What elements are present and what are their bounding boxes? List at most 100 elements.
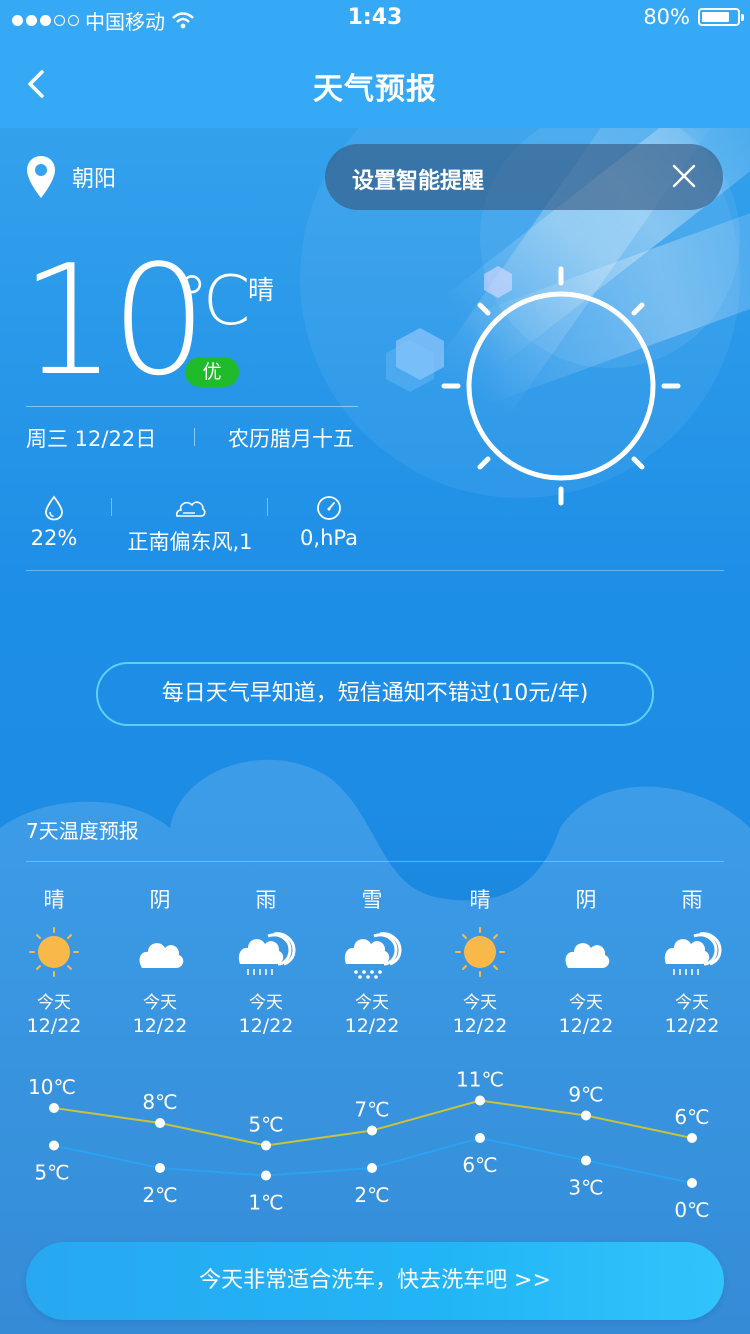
low-temp-label: 3℃: [568, 1176, 603, 1200]
high-temp-point: [475, 1095, 485, 1106]
low-temp-label: 5℃: [34, 1161, 69, 1185]
high-temp-point: [367, 1125, 377, 1136]
forecast-title: 7天温度预报: [26, 819, 139, 843]
current-condition: 晴: [248, 276, 275, 306]
forecast-day-label: 今天: [569, 993, 603, 1013]
forecast-condition: 雨: [681, 888, 703, 912]
forecast-date: 12/22: [664, 1015, 720, 1037]
high-temp-label: 11℃: [456, 1068, 504, 1092]
water-drop-icon: [45, 495, 63, 521]
snow-icon: [344, 932, 402, 979]
high-temp-point: [687, 1133, 697, 1143]
forecast-condition: 晴: [43, 888, 65, 912]
battery-percent: 80%: [643, 5, 690, 29]
divider: [267, 498, 268, 516]
divider: [26, 406, 358, 407]
forecast-date: 12/22: [452, 1015, 508, 1037]
low-temp-point: [261, 1170, 271, 1181]
clock: 1:43: [347, 5, 403, 30]
low-temp-label: 2℃: [142, 1183, 177, 1207]
battery-status: 80%: [643, 5, 744, 29]
sun-icon: [455, 927, 505, 977]
divider: [194, 428, 195, 446]
high-temp-point: [49, 1103, 59, 1113]
page-title: 天气预报: [313, 72, 437, 107]
sun-icon: [29, 927, 79, 977]
humidity-value: 22%: [30, 526, 78, 550]
pressure-value: 0,hPa: [300, 526, 358, 550]
forecast-icon-wrap: [221, 920, 311, 984]
wind-icon: [175, 501, 206, 517]
cloud-icon: [565, 943, 610, 968]
wind-value: 正南偏东风,1: [127, 530, 253, 554]
low-temp-point: [155, 1163, 165, 1173]
high-temp-label: 5℃: [248, 1113, 283, 1137]
forecast-day: 晴今天 12/22: [435, 884, 525, 1037]
location-selector[interactable]: 朝阳: [26, 155, 116, 199]
reminder-label: 设置智能提醒: [352, 169, 485, 194]
forecast-date: 12/22: [26, 1015, 82, 1037]
low-temp-point: [49, 1140, 59, 1151]
pressure-stat: 0,hPa: [290, 494, 368, 550]
forecast-day-label: 今天: [463, 993, 497, 1013]
high-temp-label: 6℃: [674, 1105, 709, 1129]
high-temp-point: [155, 1118, 165, 1128]
divider: [111, 498, 112, 516]
forecast-icon-wrap: [647, 920, 737, 984]
divider: [26, 861, 724, 862]
low-temp-point: [367, 1163, 377, 1173]
forecast-condition: 晴: [469, 888, 491, 912]
forecast-day: 阴今天 12/22: [541, 884, 631, 1037]
location-name: 朝阳: [72, 167, 117, 192]
high-temp-point: [261, 1140, 271, 1151]
low-temp-label: 6℃: [462, 1153, 497, 1177]
forecast-day: 雪今天 12/22: [327, 884, 417, 1037]
forecast-day: 雨今天 12/22: [647, 884, 737, 1037]
forecast-condition: 雨: [255, 888, 277, 912]
sms-subscription-button[interactable]: 每日天气早知道，短信通知不错过(10元/年): [96, 662, 654, 726]
rain-icon: [664, 932, 722, 975]
forecast-condition: 阴: [149, 888, 171, 912]
forecast-day: 雨今天 12/22: [221, 884, 311, 1037]
forecast-day-label: 今天: [249, 993, 283, 1013]
forecast-icon-wrap: [327, 920, 417, 984]
forecast-icon-wrap: [9, 920, 99, 984]
forecast-icon-wrap: [115, 920, 205, 984]
navigation-bar: 天气预报: [0, 40, 750, 128]
forecast-day-label: 今天: [675, 993, 709, 1013]
forecast-date: 12/22: [238, 1015, 294, 1037]
forecast-icon-wrap: [541, 920, 631, 984]
temperature-unit: ℃: [175, 262, 252, 341]
low-temp-point: [687, 1178, 697, 1188]
low-temp-point: [475, 1133, 485, 1143]
low-temp-label: 0℃: [674, 1198, 709, 1220]
high-temp-point: [581, 1110, 591, 1121]
car-wash-button[interactable]: 今天非常适合洗车，快去洗车吧 >>: [26, 1242, 724, 1320]
forecast-day: 晴今天 12/22: [9, 884, 99, 1037]
rain-icon: [238, 932, 296, 975]
lunar-date: 农历腊月十五: [228, 427, 354, 451]
divider: [26, 570, 724, 571]
forecast-day: 阴今天 12/22: [115, 884, 205, 1037]
humidity-stat: 22%: [18, 494, 90, 550]
low-temp-label: 2℃: [354, 1183, 389, 1207]
high-temp-label: 10℃: [28, 1075, 76, 1099]
forecast-condition: 雪: [361, 888, 383, 912]
close-icon[interactable]: [671, 163, 697, 189]
smart-reminder-banner[interactable]: 设置智能提醒: [325, 144, 723, 210]
wind-stat: 正南偏东风,1: [120, 494, 260, 556]
forecast-day-label: 今天: [37, 993, 71, 1013]
location-pin-icon: [27, 156, 55, 198]
high-temp-label: 9℃: [568, 1083, 603, 1107]
sun-outline-icon: [441, 266, 681, 506]
forecast-day-label: 今天: [143, 993, 177, 1013]
low-temp-point: [581, 1155, 591, 1166]
forecast-date: 12/22: [558, 1015, 614, 1037]
forecast-date: 12/22: [344, 1015, 400, 1037]
forecast-date: 12/22: [132, 1015, 188, 1037]
current-date: 周三 12/22日: [26, 427, 157, 451]
forecast-condition: 阴: [575, 888, 597, 912]
temperature-chart: 10℃ 8℃ 5℃ 7℃ 11℃ 9℃ 6℃ 5℃ 2℃ 1℃ 2℃ 6℃ 3℃ 0℃: [28, 1068, 710, 1221]
high-temp-label: 8℃: [142, 1090, 177, 1114]
high-temp-label: 7℃: [354, 1098, 389, 1122]
